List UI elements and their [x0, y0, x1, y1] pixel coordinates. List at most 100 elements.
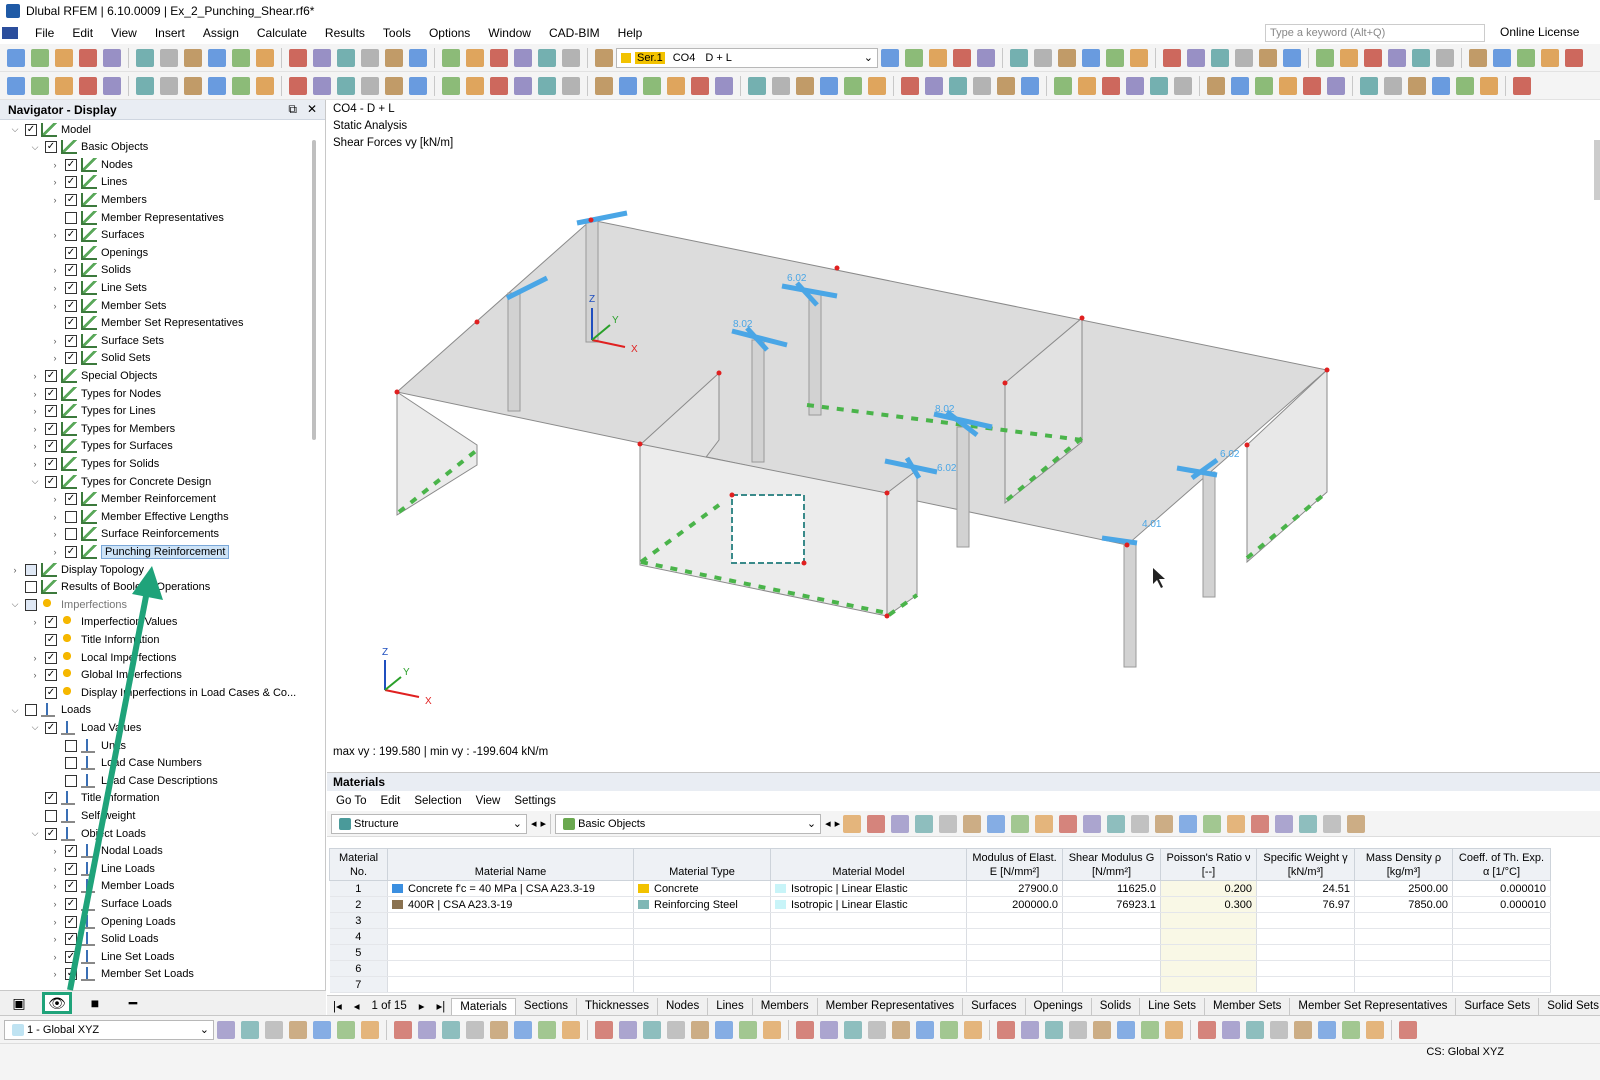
column[interactable]: [752, 340, 764, 462]
chevron-right-icon[interactable]: ›: [50, 864, 60, 874]
nav-item-title-information[interactable]: ✓Title Information: [30, 790, 159, 807]
snap-tool-icon[interactable]: [361, 1021, 379, 1039]
toolbar-tool-icon[interactable]: [796, 77, 814, 95]
cell-nu[interactable]: 0.300: [1161, 897, 1257, 913]
tab-sections[interactable]: Sections: [516, 998, 577, 1015]
tab-solids[interactable]: Solids: [1092, 998, 1140, 1015]
cell-gamma[interactable]: [1257, 945, 1355, 961]
column-header[interactable]: Material Name: [388, 849, 634, 881]
toolbar-tool-icon[interactable]: [1364, 49, 1382, 67]
toolbar-tool-icon[interactable]: [1408, 77, 1426, 95]
cell-E[interactable]: [967, 913, 1063, 929]
menu-edit[interactable]: Edit: [63, 26, 102, 40]
cell-G[interactable]: [1063, 961, 1161, 977]
table-tool-icon[interactable]: [1275, 815, 1293, 833]
toolbar-tool-icon[interactable]: [1517, 49, 1535, 67]
coordinate-system-combo[interactable]: 1 - Global XYZ⌄: [4, 1020, 214, 1040]
checkbox[interactable]: ✓: [65, 863, 77, 875]
column-header[interactable]: Mass Density ρ [kg/m³]: [1355, 849, 1453, 881]
cell-no[interactable]: 1: [330, 881, 388, 897]
cell-model[interactable]: Isotropic | Linear Elastic: [771, 897, 967, 913]
toolbar-tool-icon[interactable]: [490, 49, 508, 67]
table-tool-icon[interactable]: [1227, 815, 1245, 833]
table-tool-icon[interactable]: [1083, 815, 1101, 833]
toolbar-tool-icon[interactable]: [409, 77, 427, 95]
toolbar-tool-icon[interactable]: [466, 49, 484, 67]
toolbar-tool-icon[interactable]: [385, 77, 403, 95]
cell-type[interactable]: Concrete: [634, 881, 771, 897]
cell-type[interactable]: [634, 961, 771, 977]
checkbox[interactable]: [65, 528, 77, 540]
results-tab-icon[interactable]: ━: [118, 992, 148, 1014]
checkbox[interactable]: ✓: [65, 880, 77, 892]
checkbox[interactable]: ✓: [65, 282, 77, 294]
panel-menu-edit[interactable]: Edit: [373, 795, 407, 807]
menu-options[interactable]: Options: [420, 26, 479, 40]
cell-nu[interactable]: [1161, 929, 1257, 945]
object-category-combo[interactable]: Basic Objects⌄: [555, 814, 821, 834]
3d-viewport[interactable]: CO4 - D + L Static Analysis Shear Forces…: [327, 100, 1600, 772]
cell-nu[interactable]: 0.200: [1161, 881, 1257, 897]
nav-item-global-imperfections[interactable]: ›✓Global Imperfections: [30, 667, 182, 684]
cell-nu[interactable]: [1161, 977, 1257, 993]
cell-name[interactable]: [388, 945, 634, 961]
toolbar-tool-icon[interactable]: [595, 77, 613, 95]
chevron-right-icon[interactable]: ›: [50, 899, 60, 909]
checkbox[interactable]: ✓: [45, 476, 57, 488]
cell-type[interactable]: [634, 945, 771, 961]
nav-item-solids[interactable]: ›✓Solids: [50, 262, 131, 279]
table-tool-icon[interactable]: [987, 815, 1005, 833]
toolbar-tool-icon[interactable]: [79, 49, 97, 67]
checkbox[interactable]: ✓: [45, 423, 57, 435]
nav-item-special-objects[interactable]: ›✓Special Objects: [30, 367, 157, 384]
toolbar-tool-icon[interactable]: [79, 77, 97, 95]
snap-tool-icon[interactable]: [466, 1021, 484, 1039]
nav-item-results-of-boolean-operations[interactable]: Results of Boolean Operations: [10, 579, 210, 596]
cell-no[interactable]: 3: [330, 913, 388, 929]
cell-G[interactable]: [1063, 929, 1161, 945]
column[interactable]: [957, 427, 969, 547]
toolbar-tool-icon[interactable]: [1034, 49, 1052, 67]
tab-members[interactable]: Members: [753, 998, 818, 1015]
toolbar-tool-icon[interactable]: [1174, 77, 1192, 95]
snap-tool-icon[interactable]: [514, 1021, 532, 1039]
nav-item-punching-reinforcement[interactable]: ›✓Punching Reinforcement: [50, 543, 229, 560]
checkbox[interactable]: ✓: [65, 264, 77, 276]
checkbox[interactable]: ✓: [45, 616, 57, 628]
toolbar-tool-icon[interactable]: [55, 49, 73, 67]
table-tool-icon[interactable]: [1035, 815, 1053, 833]
toolbar-tool-icon[interactable]: [313, 49, 331, 67]
snap-tool-icon[interactable]: [940, 1021, 958, 1039]
checkbox[interactable]: ✓: [65, 968, 77, 980]
column-header[interactable]: Material No.: [330, 849, 388, 881]
checkbox[interactable]: ✓: [45, 370, 57, 382]
column[interactable]: [1124, 542, 1136, 667]
chevron-right-icon[interactable]: ›: [50, 336, 60, 346]
opening[interactable]: [732, 495, 804, 563]
toolbar-tool-icon[interactable]: [1187, 49, 1205, 67]
toolbar-tool-icon[interactable]: [1469, 49, 1487, 67]
tab-member-set-representatives[interactable]: Member Set Representatives: [1290, 998, 1456, 1015]
toolbar-tool-icon[interactable]: [977, 49, 995, 67]
menu-view[interactable]: View: [102, 26, 146, 40]
cell-alpha[interactable]: 0.000010: [1453, 881, 1551, 897]
cell-rho[interactable]: [1355, 913, 1453, 929]
checkbox[interactable]: [25, 564, 37, 576]
table-tool-icon[interactable]: [1011, 815, 1029, 833]
cell-G[interactable]: 76923.1: [1063, 897, 1161, 913]
table-tool-icon[interactable]: [915, 815, 933, 833]
column-header[interactable]: Modulus of Elast. E [N/mm²]: [967, 849, 1063, 881]
toolbar-tool-icon[interactable]: [289, 77, 307, 95]
online-license-link[interactable]: Online License: [1500, 25, 1579, 39]
checkbox[interactable]: [65, 740, 77, 752]
cell-rho[interactable]: 2500.00: [1355, 881, 1453, 897]
chevron-right-icon[interactable]: ›: [50, 283, 60, 293]
column-header[interactable]: Material Model: [771, 849, 967, 881]
chevron-right-icon[interactable]: ›: [50, 952, 60, 962]
cell-alpha[interactable]: [1453, 961, 1551, 977]
toolbar-tool-icon[interactable]: [136, 77, 154, 95]
wall-front-side[interactable]: [887, 470, 917, 616]
toolbar-tool-icon[interactable]: [256, 77, 274, 95]
column[interactable]: [809, 293, 821, 415]
flag-icon[interactable]: [2, 27, 18, 39]
